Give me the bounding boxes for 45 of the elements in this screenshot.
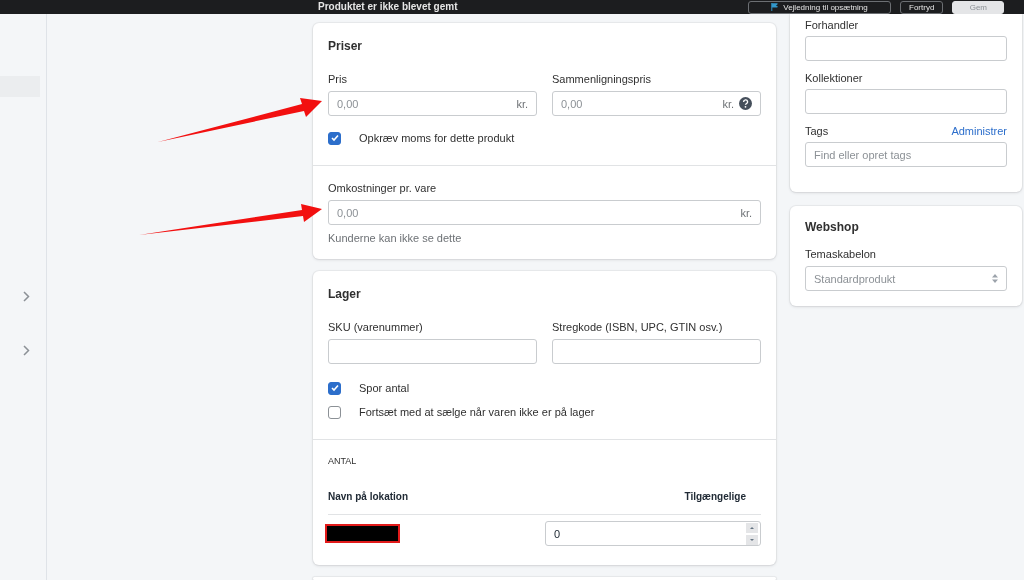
flag-icon: [771, 3, 780, 11]
checkbox-label: Opkræv moms for dette produkt: [359, 132, 515, 144]
template-select[interactable]: Standardprodukt: [805, 266, 1007, 291]
input-field[interactable]: [552, 339, 761, 364]
stepper-icon[interactable]: [746, 522, 758, 545]
guide-button[interactable]: Vejledning til opsætning: [748, 0, 891, 14]
field-label: Forhandler: [805, 19, 859, 31]
input-field[interactable]: [805, 36, 1007, 61]
input-field[interactable]: 0,00 kr.: [552, 91, 761, 116]
checkbox[interactable]: [328, 381, 341, 395]
help-icon[interactable]: [739, 97, 752, 110]
cancel-button[interactable]: Fortryd: [900, 0, 944, 14]
input-field[interactable]: 0,00 kr.: [328, 200, 761, 225]
input-field[interactable]: [805, 89, 1007, 114]
section-heading: ANTAL: [328, 456, 358, 466]
field-label: Stregkode (ISBN, UPC, GTIN osv.): [552, 321, 724, 333]
select-arrows-icon[interactable]: [992, 272, 998, 285]
help-text: Kunderne kan ikke se dette: [328, 232, 463, 244]
input-field[interactable]: 0,00 kr.: [328, 91, 537, 116]
checkbox-label: Spor antal: [359, 382, 410, 394]
card-title: Lager: [328, 287, 362, 301]
checkbox[interactable]: [328, 131, 341, 145]
number-field[interactable]: 0: [545, 521, 761, 546]
checkbox[interactable]: [328, 405, 341, 419]
chevron-right-icon[interactable]: [23, 291, 30, 302]
chevron-right-icon[interactable]: [23, 345, 30, 356]
save-status-title: Produktet er ikke blevet gemt: [318, 1, 458, 12]
field-label: Sammenligningspris: [552, 73, 653, 85]
input-field[interactable]: [328, 339, 537, 364]
currency-suffix: kr.: [740, 206, 752, 219]
currency-suffix: kr.: [516, 97, 528, 110]
column-header: Navn på lokation: [328, 491, 409, 502]
card-title: Webshop: [805, 220, 860, 234]
field-label: Omkostninger pr. vare: [328, 182, 438, 194]
input-field[interactable]: Find eller opret tags: [805, 142, 1007, 167]
card-title: Priser: [328, 39, 364, 53]
field-label: SKU (varenummer): [328, 321, 424, 333]
field-label: Pris: [328, 73, 348, 85]
field-label: Tags: [805, 125, 829, 137]
currency-suffix: kr.: [722, 97, 734, 110]
column-header: Tilgængelige: [684, 491, 746, 502]
checkbox-label: Fortsæt med at sælge når varen ikke er på lager: [359, 406, 595, 418]
field-label: Kollektioner: [805, 72, 863, 84]
field-label: Temaskabelon: [805, 248, 877, 260]
manage-link[interactable]: Administrer: [951, 125, 1007, 137]
